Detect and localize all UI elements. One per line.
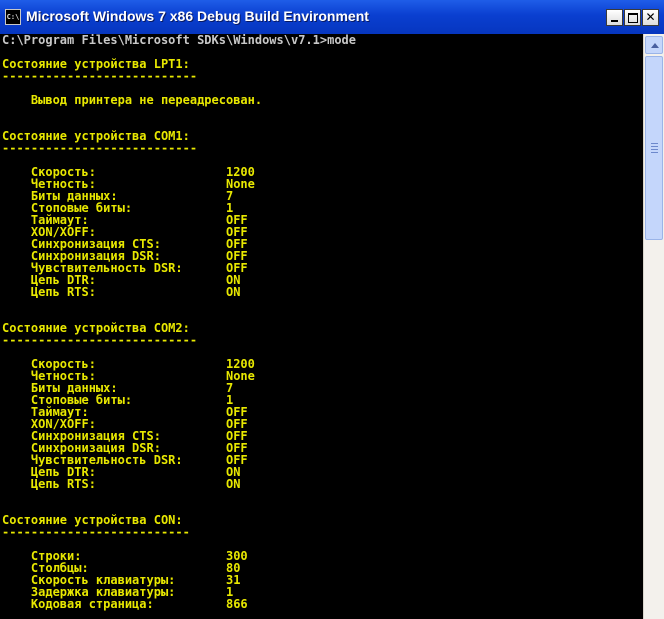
maximize-icon [627,13,638,23]
minimize-button[interactable] [606,9,623,26]
scrollbar-thumb[interactable] [645,56,663,240]
grip-line [651,146,658,147]
grip-line [651,149,658,150]
console-line: --------------------------- [2,141,198,155]
close-button[interactable]: ✕ [642,9,659,26]
minimize-icon [611,20,618,22]
maximize-button[interactable] [624,9,641,26]
console-line: --------------------------- [2,333,198,347]
console-line: Цепь RTS: ON [2,477,241,491]
console-line: Кодовая страница: 866 [2,597,248,611]
console-text: C:\Program Files\Microsoft SDKs\Windows\… [0,34,643,619]
console-output-area[interactable]: C:\Program Files\Microsoft SDKs\Windows\… [0,34,643,619]
window-title: Microsoft Windows 7 x86 Debug Build Envi… [26,8,369,24]
console-line: Цепь RTS: ON [2,285,241,299]
console-line: Вывод принтера не переадресован. [2,93,263,107]
command-prompt-line: C:\Program Files\Microsoft SDKs\Windows\… [2,34,357,47]
grip-line [651,152,658,153]
console-window: C:\ Microsoft Windows 7 x86 Debug Build … [0,0,664,619]
grip-line [651,143,658,144]
close-icon: ✕ [645,10,656,24]
scroll-up-arrow-icon[interactable] [645,36,663,54]
console-line: -------------------------- [2,525,190,539]
title-bar[interactable]: C:\ Microsoft Windows 7 x86 Debug Build … [0,0,664,35]
console-line: --------------------------- [2,69,198,83]
vertical-scrollbar[interactable] [643,34,664,619]
console-app-icon[interactable]: C:\ [5,9,21,25]
